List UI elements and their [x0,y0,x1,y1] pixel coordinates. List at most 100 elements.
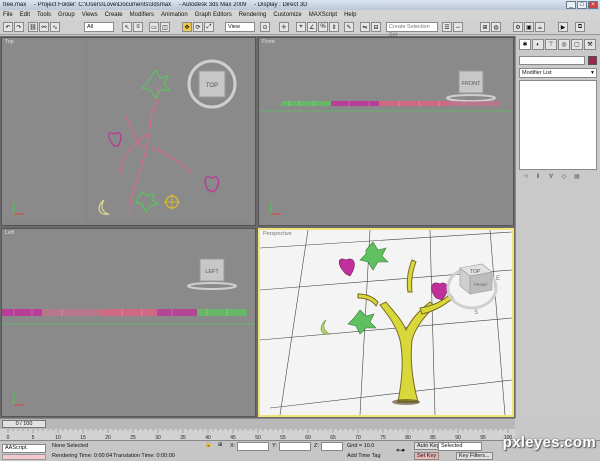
key-icon[interactable]: ⊶ [396,445,405,456]
menu-edit[interactable]: Edit [20,12,30,18]
absolute-mode-icon[interactable]: ⊞ [218,442,223,448]
select-manipulate-icon[interactable]: ✛ [279,22,289,32]
viewcube-ring[interactable] [187,282,237,290]
command-panel: ✱ ◐ ⊤ ◎ ▢ ⚒ Modifier List ▼ ⊣ Ⅱ ∀ ◇ ▤ [515,36,600,418]
menu-tools[interactable]: Tools [37,12,51,18]
menu-help[interactable]: Help [344,12,356,18]
schematic-view-icon[interactable]: ⊞ [480,22,490,32]
key-mode-select[interactable]: Selected [438,442,482,451]
menu-maxscript[interactable]: MAXScript [309,12,337,18]
set-key-button[interactable]: Set Key [414,452,440,460]
menu-animation[interactable]: Animation [161,12,188,18]
chevron-down-icon: ▼ [590,70,595,76]
selection-filter-select[interactable]: All [84,22,114,32]
render-setup-icon[interactable]: ⚙ [513,22,523,32]
maximize-button[interactable]: □ [577,1,587,9]
time-slider-bar[interactable]: 0 / 100 [0,418,515,429]
menu-file[interactable]: File [3,12,13,18]
menu-views[interactable]: Views [82,12,98,18]
menu-create[interactable]: Create [105,12,123,18]
x-coord-field[interactable] [237,442,269,451]
viewport-left[interactable]: LEFT Left [1,228,256,417]
viewport-top-label[interactable]: Top [5,39,14,45]
render-production-icon[interactable]: ▶ [558,22,568,32]
unlink-icon[interactable]: ⚯ [39,22,49,32]
title-bar: tree.max - Project Folder: C:\Users\Love… [0,0,600,10]
grid-spacing-status: Grid = 10.0 [347,443,375,449]
render-iterative-icon[interactable]: ⧉ [575,22,585,32]
material-editor-icon[interactable]: ◍ [491,22,501,32]
minimize-button[interactable]: _ [566,1,576,9]
close-button[interactable]: × [588,1,598,9]
mirror-icon[interactable]: ⇋ [360,22,370,32]
menu-rendering[interactable]: Rendering [239,12,267,18]
remove-modifier-icon[interactable]: ◇ [560,174,568,181]
selection-status: None Selected [52,443,89,449]
select-rotate-icon[interactable]: ⟳ [193,22,203,32]
menu-graph-editors[interactable]: Graph Editors [195,12,232,18]
viewport-front-label[interactable]: Front [262,39,275,45]
align-icon[interactable]: ⊟ [371,22,381,32]
viewport-front[interactable]: FRONT Front [258,37,514,226]
configure-modifier-sets-icon[interactable]: ▤ [573,174,581,181]
maxscript-listener-field[interactable]: AAScript. [2,444,46,453]
select-by-name-icon[interactable]: ≡ [133,22,143,32]
menu-modifiers[interactable]: Modifiers [130,12,154,18]
snap-toggle-icon[interactable]: ⌖ [296,22,306,32]
rendered-frame-icon[interactable]: ▣ [524,22,534,32]
viewport-perspective[interactable]: TOP FRONT E S Perspective [258,228,514,417]
viewport-top[interactable]: TOP Top [1,37,256,226]
redo-icon[interactable]: ↷ [14,22,24,32]
motion-tab-icon[interactable]: ◎ [558,39,570,50]
pin-stack-icon[interactable]: ⊣ [521,174,529,181]
named-selection-set-select[interactable]: Create Selection Set [386,22,438,38]
add-time-tag-button[interactable]: Add Time Tag [347,453,381,459]
menu-group[interactable]: Group [58,12,75,18]
hierarchy-tab-icon[interactable]: ⊤ [545,39,557,50]
select-move-icon[interactable]: ✥ [182,22,192,32]
track-bar[interactable]: 0 5 10 15 20 25 30 35 40 45 50 55 60 65 70 75 80 85 90 95 10… [0,429,515,440]
modify-tab-icon[interactable]: ◐ [532,39,544,50]
show-end-result-icon[interactable]: Ⅱ [534,174,542,181]
key-filters-button[interactable]: Key Filters... [456,452,493,460]
viewcube-left-label: LEFT [205,269,219,275]
bind-spacewarp-icon[interactable]: ∿ [50,22,60,32]
quick-render-icon[interactable]: ☕ [535,22,545,32]
display-tab-icon[interactable]: ▢ [571,39,583,50]
z-coord-field[interactable] [321,442,343,451]
viewcube-perspective[interactable]: TOP FRONT E S [446,263,500,316]
y-coord-field[interactable] [279,442,311,451]
spinner-snap-icon[interactable]: ⇕ [329,22,339,32]
tree-wireframe-top [119,87,193,217]
curve-editor-icon[interactable]: ∽ [453,22,463,32]
rect-selection-icon[interactable]: ▭ [149,22,159,32]
time-slider-thumb[interactable]: 0 / 100 [2,420,46,428]
select-object-icon[interactable]: ↖ [122,22,132,32]
modifier-stack[interactable] [519,80,597,170]
lock-selection-icon[interactable]: 🔒 [205,442,212,448]
edit-named-selection-icon[interactable]: ✎ [344,22,354,32]
select-link-icon[interactable]: ⛓ [28,22,38,32]
select-scale-icon[interactable]: ⤢ [204,22,214,32]
pivot-center-icon[interactable]: ⊙ [260,22,270,32]
make-unique-icon[interactable]: ∀ [547,174,555,181]
window-crossing-icon[interactable]: ◫ [160,22,170,32]
percent-snap-icon[interactable]: % [318,22,328,32]
object-color-swatch[interactable] [588,56,597,65]
maxscript-output-field[interactable] [2,454,46,460]
window-display-driver: - Display : Direct 3D [254,2,308,8]
undo-icon[interactable]: ↶ [3,22,13,32]
modifier-list-label: Modifier List [522,70,552,76]
reference-coordinate-select[interactable]: View [225,22,255,32]
create-tab-icon[interactable]: ✱ [519,39,531,50]
utilities-tab-icon[interactable]: ⚒ [584,39,596,50]
layer-manager-icon[interactable]: ☰ [442,22,452,32]
viewcube-ring[interactable] [446,94,496,102]
viewcube-persp-top-label: TOP [470,269,481,275]
object-name-field[interactable] [519,56,585,65]
menu-customize[interactable]: Customize [273,12,301,18]
modifier-list-dropdown[interactable]: Modifier List ▼ [519,68,597,78]
viewport-left-label[interactable]: Left [5,230,14,236]
angle-snap-icon[interactable]: ∠ [307,22,317,32]
viewport-perspective-label[interactable]: Perspective [263,231,292,237]
